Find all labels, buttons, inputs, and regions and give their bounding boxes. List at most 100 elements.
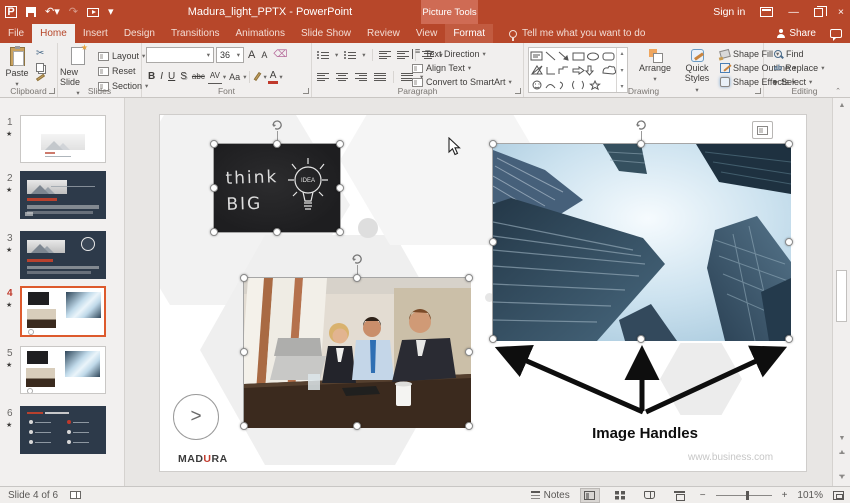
resize-handle[interactable] xyxy=(210,228,218,236)
resize-handle[interactable] xyxy=(489,335,497,343)
resize-handle[interactable] xyxy=(336,228,344,236)
resize-handle[interactable] xyxy=(785,335,793,343)
animation-star-icon[interactable]: ★ xyxy=(6,361,12,369)
clear-formatting-icon[interactable]: ⌫ xyxy=(271,48,289,62)
resize-handle[interactable] xyxy=(465,348,473,356)
text-shadow-button[interactable]: S xyxy=(178,70,189,84)
reading-view-button[interactable] xyxy=(640,488,660,503)
font-dialog-launcher[interactable] xyxy=(303,88,309,94)
tab-file[interactable]: File xyxy=(0,24,32,43)
tab-design[interactable]: Design xyxy=(116,24,163,43)
comments-icon[interactable] xyxy=(830,29,842,41)
slide-3-thumbnail[interactable] xyxy=(20,231,106,279)
font-color-button[interactable]: A xyxy=(267,70,279,84)
bullets-icon[interactable] xyxy=(317,52,329,59)
tab-view[interactable]: View xyxy=(408,24,446,43)
clipboard-dialog-launcher[interactable] xyxy=(49,88,55,94)
text-direction-button[interactable]: Text Direction▾ xyxy=(412,46,512,60)
rotate-handle[interactable] xyxy=(270,117,284,131)
slide-sorter-button[interactable] xyxy=(610,488,630,503)
strikethrough-button[interactable]: abc xyxy=(190,70,207,84)
align-right-icon[interactable] xyxy=(355,72,367,82)
font-name-combo[interactable]: ▾ xyxy=(146,47,214,63)
slide-canvas[interactable]: think BIG IDEA Image Handles > MADURA ww… xyxy=(160,115,806,471)
tell-me-box[interactable]: Tell me what you want to do xyxy=(508,24,645,43)
zoom-in-button[interactable]: + xyxy=(782,490,788,501)
tab-review[interactable]: Review xyxy=(359,24,408,43)
arrange-button[interactable]: Arrange ▾ xyxy=(634,49,676,83)
animation-star-icon[interactable]: ★ xyxy=(6,186,12,194)
slide-show-button[interactable] xyxy=(670,488,690,503)
close-button[interactable]: × xyxy=(838,6,844,18)
normal-view-button[interactable] xyxy=(579,487,600,503)
slide-4-thumbnail[interactable] xyxy=(20,286,106,337)
resize-handle[interactable] xyxy=(489,237,497,246)
resize-handle[interactable] xyxy=(273,228,281,236)
powerpoint-app-icon[interactable]: P xyxy=(5,6,17,18)
zoom-slider[interactable] xyxy=(715,490,772,500)
meeting-photo[interactable] xyxy=(240,254,473,430)
animation-star-icon[interactable]: ★ xyxy=(6,301,12,309)
underline-button[interactable]: U xyxy=(166,70,177,84)
copy-icon[interactable] xyxy=(36,63,44,72)
tab-home[interactable]: Home xyxy=(32,24,75,43)
scrollbar-thumb[interactable] xyxy=(836,270,847,322)
undo-icon[interactable]: ↶▾ xyxy=(45,6,60,18)
zoom-level[interactable]: 101% xyxy=(797,490,823,501)
zoom-slider-thumb[interactable] xyxy=(745,490,749,500)
scroll-down-icon[interactable]: ▼ xyxy=(833,435,850,442)
italic-button[interactable]: I xyxy=(158,70,165,84)
save-icon[interactable] xyxy=(26,7,36,17)
resize-handle[interactable] xyxy=(336,184,344,192)
rotate-handle[interactable] xyxy=(350,251,364,265)
highlight-color-icon[interactable] xyxy=(254,71,262,82)
reset-button[interactable]: Reset xyxy=(98,64,148,78)
resize-handle[interactable] xyxy=(210,140,218,148)
slide-2-thumbnail[interactable] xyxy=(20,171,106,219)
fit-to-window-icon[interactable] xyxy=(833,490,844,500)
animation-star-icon[interactable]: ★ xyxy=(6,130,12,138)
cut-icon[interactable]: ✂ xyxy=(36,48,45,59)
paste-button[interactable]: Paste ▾ xyxy=(3,46,31,88)
collapse-ribbon-icon[interactable]: ⌃ xyxy=(835,87,841,95)
grow-font-button[interactable]: A xyxy=(246,48,257,62)
zoom-out-button[interactable]: − xyxy=(700,490,706,501)
chalkboard-image[interactable]: think BIG IDEA xyxy=(210,120,344,236)
align-text-button[interactable]: Align Text ▾ xyxy=(412,62,512,74)
slide-5-thumbnail[interactable] xyxy=(20,346,106,394)
format-painter-icon[interactable] xyxy=(35,73,46,82)
minimize-button[interactable]: — xyxy=(788,6,799,18)
sign-in-button[interactable]: Sign in xyxy=(713,6,745,18)
decrease-indent-icon[interactable] xyxy=(378,50,391,60)
replace-button[interactable]: ab Replace ▾ xyxy=(774,62,824,74)
ribbon-display-options-icon[interactable] xyxy=(760,7,774,17)
resize-handle[interactable] xyxy=(240,274,248,282)
tab-slide-show[interactable]: Slide Show xyxy=(293,24,359,43)
resize-handle[interactable] xyxy=(210,184,218,192)
resize-handle[interactable] xyxy=(637,140,645,148)
resize-handle[interactable] xyxy=(240,348,248,356)
resize-handle[interactable] xyxy=(489,140,497,148)
align-left-icon[interactable] xyxy=(317,72,329,82)
tab-transitions[interactable]: Transitions xyxy=(163,24,228,43)
layout-button[interactable]: Layout ▾ xyxy=(98,49,148,63)
spell-check-icon[interactable] xyxy=(70,491,82,499)
notes-button[interactable]: Notes xyxy=(530,490,570,501)
resize-handle[interactable] xyxy=(637,335,645,343)
slide-6-thumbnail[interactable] xyxy=(20,406,106,454)
align-center-icon[interactable] xyxy=(336,72,348,82)
next-slide-shape[interactable]: > xyxy=(173,394,219,440)
animation-star-icon[interactable]: ★ xyxy=(6,421,12,429)
scroll-up-icon[interactable]: ▲ xyxy=(833,102,850,109)
resize-handle[interactable] xyxy=(785,237,793,246)
rotate-handle[interactable] xyxy=(634,117,648,131)
restore-button[interactable] xyxy=(813,5,827,17)
resize-handle[interactable] xyxy=(785,140,793,148)
tab-animations[interactable]: Animations xyxy=(228,24,293,43)
drawing-dialog-launcher[interactable] xyxy=(755,88,761,94)
next-slide-button[interactable]: ▁ ▼ xyxy=(833,469,850,481)
vertical-scrollbar[interactable]: ▲ ▼ ▲ ▔ ▁ ▼ xyxy=(832,98,850,486)
justify-icon[interactable] xyxy=(374,72,386,82)
resize-handle[interactable] xyxy=(465,422,473,430)
character-spacing-button[interactable]: AV xyxy=(207,69,222,84)
